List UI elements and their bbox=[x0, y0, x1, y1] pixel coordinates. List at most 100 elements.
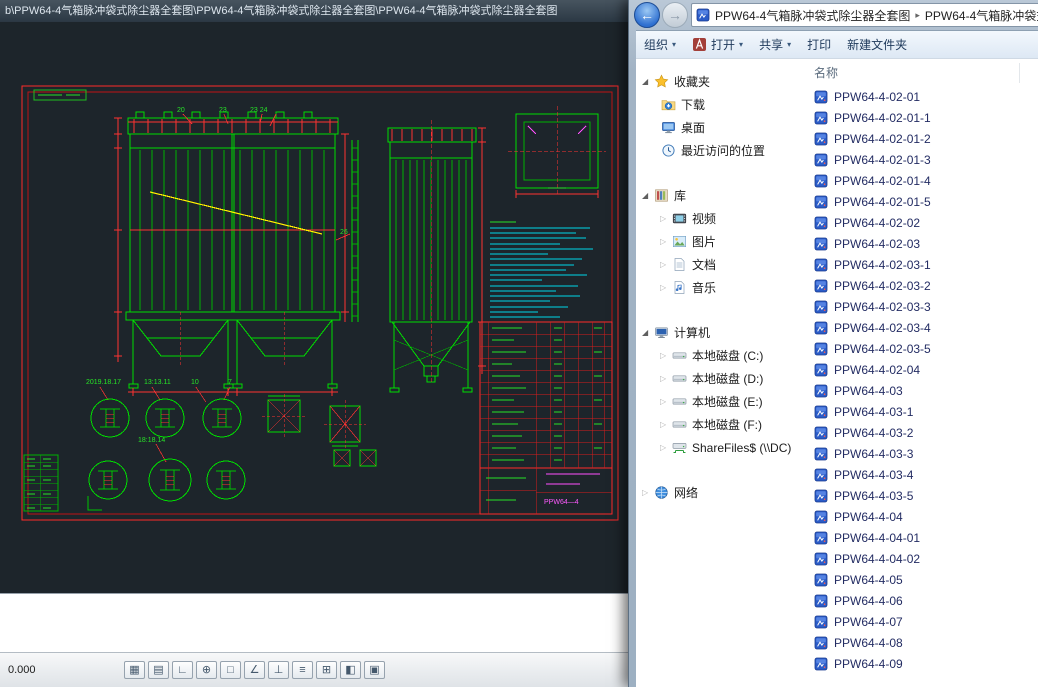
file-name: PPW64-4-02-01-5 bbox=[834, 195, 931, 209]
sidebar-item-label: 本地磁盘 (F:) bbox=[692, 416, 762, 433]
file-item[interactable]: PPW64-4-02-03 bbox=[794, 233, 1038, 254]
dwg-file-icon bbox=[814, 258, 828, 272]
collapsed-arrow-icon[interactable]: ▷ bbox=[660, 351, 671, 360]
quickview-icon[interactable]: ◧ bbox=[340, 661, 361, 679]
library-icon bbox=[653, 188, 669, 203]
collapsed-arrow-icon[interactable]: ▷ bbox=[660, 237, 671, 246]
polar-icon[interactable]: ⊕ bbox=[196, 661, 217, 679]
file-item[interactable]: PPW64-4-02-03-2 bbox=[794, 275, 1038, 296]
sidebar-item-favorites[interactable]: ◢ 收藏夹 bbox=[636, 70, 794, 93]
model-icon[interactable]: ⊞ bbox=[316, 661, 337, 679]
ducs-icon[interactable]: ⊥ bbox=[268, 661, 289, 679]
address-bar[interactable]: PPW64-4气箱脉冲袋式除尘器全套图 ▸ PPW64-4气箱脉冲袋式除尘器全套… bbox=[691, 3, 1038, 27]
print-button[interactable]: 打印 bbox=[807, 36, 831, 53]
desktop-icon bbox=[660, 120, 676, 135]
grid-icon[interactable]: ▤ bbox=[148, 661, 169, 679]
nav-section-computer: ◢ 计算机 ▷ 本地磁盘 (C:) bbox=[636, 321, 794, 459]
file-item[interactable]: PPW64-4-02-01-3 bbox=[794, 149, 1038, 170]
file-item[interactable]: PPW64-4-05 bbox=[794, 569, 1038, 590]
sidebar-item-pictures[interactable]: ▷ 图片 bbox=[636, 230, 794, 253]
file-name: PPW64-4-03-4 bbox=[834, 468, 913, 482]
chevron-down-icon: ▾ bbox=[739, 40, 743, 49]
forward-button[interactable]: → bbox=[662, 2, 688, 28]
address-folder-icon bbox=[696, 8, 710, 22]
file-item[interactable]: PPW64-4-02-01-2 bbox=[794, 128, 1038, 149]
file-item[interactable]: PPW64-4-03 bbox=[794, 380, 1038, 401]
otrack-icon[interactable]: ∠ bbox=[244, 661, 265, 679]
sidebar-item-downloads[interactable]: 下载 bbox=[636, 93, 794, 116]
svg-text:26: 26 bbox=[340, 229, 348, 236]
file-item[interactable]: PPW64-4-02-03-5 bbox=[794, 338, 1038, 359]
file-item[interactable]: PPW64-4-03-2 bbox=[794, 422, 1038, 443]
dwg-file-icon bbox=[814, 615, 828, 629]
annotation-icon[interactable]: ▣ bbox=[364, 661, 385, 679]
sidebar-item-desktop[interactable]: 桌面 bbox=[636, 116, 794, 139]
expanded-arrow-icon[interactable]: ◢ bbox=[642, 328, 653, 337]
music-icon bbox=[671, 280, 687, 295]
sidebar-item-network[interactable]: ▷ 网络 bbox=[636, 481, 794, 504]
file-item[interactable]: PPW64-4-07 bbox=[794, 611, 1038, 632]
sidebar-item-recent-places[interactable]: 最近访问的位置 bbox=[636, 139, 794, 162]
file-item[interactable]: PPW64-4-04-02 bbox=[794, 548, 1038, 569]
file-item[interactable]: PPW64-4-02-01-4 bbox=[794, 170, 1038, 191]
dwg-file-icon bbox=[814, 573, 828, 587]
organize-button[interactable]: 组织 ▾ bbox=[644, 36, 676, 53]
file-item[interactable]: PPW64-4-03-4 bbox=[794, 464, 1038, 485]
snap-icon[interactable]: ▦ bbox=[124, 661, 145, 679]
sidebar-item-videos[interactable]: ▷ 视频 bbox=[636, 207, 794, 230]
collapsed-arrow-icon[interactable]: ▷ bbox=[660, 260, 671, 269]
expanded-arrow-icon[interactable]: ◢ bbox=[642, 77, 653, 86]
expanded-arrow-icon[interactable]: ◢ bbox=[642, 191, 653, 200]
file-item[interactable]: PPW64-4-03-1 bbox=[794, 401, 1038, 422]
open-button[interactable]: 打开 ▾ bbox=[692, 36, 743, 53]
sidebar-item-local-disk-d[interactable]: ▷ 本地磁盘 (D:) bbox=[636, 367, 794, 390]
breadcrumb-segment[interactable]: PPW64-4气箱脉冲袋式除尘器全套图 bbox=[713, 7, 912, 24]
file-item[interactable]: PPW64-4-09 bbox=[794, 653, 1038, 674]
breadcrumb-segment[interactable]: PPW64-4气箱脉冲袋式除尘器全套图 bbox=[923, 7, 1038, 24]
file-item[interactable]: PPW64-4-03-3 bbox=[794, 443, 1038, 464]
collapsed-arrow-icon[interactable]: ▷ bbox=[642, 488, 653, 497]
sidebar-item-sharefiles[interactable]: ▷ ShareFiles$ (\\DC) bbox=[636, 436, 794, 459]
sidebar-item-local-disk-f[interactable]: ▷ 本地磁盘 (F:) bbox=[636, 413, 794, 436]
breadcrumb-arrow-icon[interactable]: ▸ bbox=[912, 10, 923, 21]
file-item[interactable]: PPW64-4-03-5 bbox=[794, 485, 1038, 506]
file-name: PPW64-4-02-03-5 bbox=[834, 342, 931, 356]
cad-title-path: b\PPW64-4气箱脉冲袋式除尘器全套图\PPW64-4气箱脉冲袋式除尘器全套… bbox=[5, 5, 558, 17]
file-item[interactable]: PPW64-4-02-02 bbox=[794, 212, 1038, 233]
file-item[interactable]: PPW64-4-02-01-1 bbox=[794, 107, 1038, 128]
sidebar-item-music[interactable]: ▷ 音乐 bbox=[636, 276, 794, 299]
share-button[interactable]: 共享 ▾ bbox=[759, 36, 791, 53]
file-item[interactable]: PPW64-4-02-03-4 bbox=[794, 317, 1038, 338]
drive-icon bbox=[671, 371, 687, 386]
file-item[interactable]: PPW64-4-02-01 bbox=[794, 86, 1038, 107]
file-item[interactable]: PPW64-4-02-03-1 bbox=[794, 254, 1038, 275]
file-name: PPW64-4-07 bbox=[834, 615, 903, 629]
collapsed-arrow-icon[interactable]: ▷ bbox=[660, 374, 671, 383]
collapsed-arrow-icon[interactable]: ▷ bbox=[660, 397, 671, 406]
osnap-icon[interactable]: □ bbox=[220, 661, 241, 679]
file-item[interactable]: PPW64-4-04-01 bbox=[794, 527, 1038, 548]
sidebar-item-computer[interactable]: ◢ 计算机 bbox=[636, 321, 794, 344]
sidebar-item-local-disk-c[interactable]: ▷ 本地磁盘 (C:) bbox=[636, 344, 794, 367]
sidebar-item-local-disk-e[interactable]: ▷ 本地磁盘 (E:) bbox=[636, 390, 794, 413]
file-item[interactable]: PPW64-4-06 bbox=[794, 590, 1038, 611]
file-item[interactable]: PPW64-4-08 bbox=[794, 632, 1038, 653]
sidebar-item-libraries[interactable]: ◢ 库 bbox=[636, 184, 794, 207]
svg-text:PPW64—4: PPW64—4 bbox=[544, 499, 579, 506]
collapsed-arrow-icon[interactable]: ▷ bbox=[660, 214, 671, 223]
new-folder-button[interactable]: 新建文件夹 bbox=[847, 36, 907, 53]
collapsed-arrow-icon[interactable]: ▷ bbox=[660, 283, 671, 292]
back-button[interactable]: ← bbox=[634, 2, 660, 28]
file-item[interactable]: PPW64-4-02-04 bbox=[794, 359, 1038, 380]
collapsed-arrow-icon[interactable]: ▷ bbox=[660, 443, 671, 452]
file-item[interactable]: PPW64-4-02-03-3 bbox=[794, 296, 1038, 317]
dwg-file-icon bbox=[814, 174, 828, 188]
collapsed-arrow-icon[interactable]: ▷ bbox=[660, 420, 671, 429]
file-item[interactable]: PPW64-4-02-01-5 bbox=[794, 191, 1038, 212]
sidebar-item-documents[interactable]: ▷ 文档 bbox=[636, 253, 794, 276]
column-header-name[interactable]: 名称 bbox=[814, 63, 1020, 83]
lineweight-icon[interactable]: ≡ bbox=[292, 661, 313, 679]
parts-table: PPW64—4 bbox=[480, 322, 612, 514]
ortho-icon[interactable]: ∟ bbox=[172, 661, 193, 679]
file-item[interactable]: PPW64-4-04 bbox=[794, 506, 1038, 527]
